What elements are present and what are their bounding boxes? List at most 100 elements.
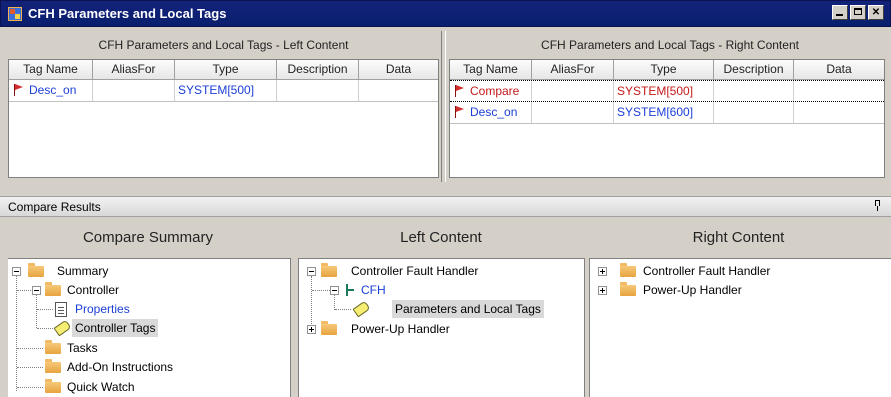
tree-node-power-up-handler[interactable]: Power-Up Handler xyxy=(351,320,450,338)
cell-alias-for xyxy=(532,102,614,123)
cell-tag-name: Desc_on xyxy=(450,102,532,123)
collapse-icon[interactable] xyxy=(32,286,41,295)
column-header-tag-name[interactable]: Tag Name xyxy=(450,60,532,80)
column-header-alias-for[interactable]: AliasFor xyxy=(532,60,614,80)
right-content-header: Right Content xyxy=(692,229,785,246)
column-header-type[interactable]: Type xyxy=(175,60,277,80)
flag-icon xyxy=(454,106,464,118)
cell-alias-for xyxy=(93,80,175,101)
tree-line xyxy=(311,276,312,330)
expand-icon[interactable] xyxy=(307,325,316,334)
tag-name-text: Desc_on xyxy=(470,105,518,119)
compare-results-title: Compare Results xyxy=(8,200,101,214)
pane-splitter[interactable] xyxy=(441,31,446,182)
maximize-button[interactable] xyxy=(850,5,866,20)
cell-description xyxy=(277,80,359,101)
table-row[interactable]: Desc_on SYSTEM[600] xyxy=(450,102,884,124)
left-pane-header: CFH Parameters and Local Tags - Left Con… xyxy=(98,38,349,52)
collapse-icon[interactable] xyxy=(307,267,316,276)
folder-icon xyxy=(321,321,337,335)
cell-type: SYSTEM[500] xyxy=(175,80,277,101)
column-header-description[interactable]: Description xyxy=(277,60,359,80)
collapse-icon[interactable] xyxy=(12,267,21,276)
folder-icon xyxy=(620,263,636,277)
expand-icon[interactable] xyxy=(598,286,607,295)
tree-line xyxy=(37,328,53,329)
tree-line xyxy=(36,295,37,328)
column-header-type[interactable]: Type xyxy=(614,60,714,80)
collapse-icon[interactable] xyxy=(330,286,339,295)
cell-tag-name: Compare xyxy=(450,81,532,101)
folder-icon xyxy=(321,263,337,277)
right-content-tree[interactable]: Controller Fault Handler Power-Up Handle… xyxy=(589,258,891,397)
tree-line xyxy=(17,387,43,388)
compare-results-bar: Compare Results xyxy=(0,196,891,217)
tree-node-power-up-handler[interactable]: Power-Up Handler xyxy=(643,281,742,299)
flag-icon xyxy=(13,84,23,96)
window-title: CFH Parameters and Local Tags xyxy=(28,6,227,21)
folder-icon xyxy=(45,379,61,393)
routine-icon xyxy=(344,283,356,297)
tree-node-cfh[interactable]: CFH xyxy=(361,281,386,299)
tree-node-parameters-local-tags[interactable]: Parameters and Local Tags xyxy=(392,300,544,318)
column-header-data[interactable]: Data xyxy=(794,60,884,80)
window-controls: ✕ xyxy=(832,5,884,20)
cell-tag-name: Desc_on xyxy=(9,80,93,101)
cell-data xyxy=(794,81,884,101)
tag-name-text: Compare xyxy=(470,84,520,98)
tree-node-controller-tags[interactable]: Controller Tags xyxy=(72,319,159,337)
left-tag-grid[interactable]: Tag Name AliasFor Type Description Data … xyxy=(8,59,439,178)
close-button[interactable]: ✕ xyxy=(868,5,884,20)
tree-node-summary[interactable]: Summary xyxy=(57,262,108,280)
folder-icon xyxy=(620,282,636,296)
left-content-pane: CFH Parameters and Local Tags - Left Con… xyxy=(8,31,439,182)
pin-icon[interactable] xyxy=(873,200,883,212)
tree-node-controller-fault-handler[interactable]: Controller Fault Handler xyxy=(351,262,478,280)
folder-icon xyxy=(45,340,61,354)
tree-line xyxy=(335,309,351,310)
tag-name-text: Desc_on xyxy=(29,83,77,97)
tree-node-properties[interactable]: Properties xyxy=(75,300,130,318)
tree-node-tasks[interactable]: Tasks xyxy=(67,339,98,357)
tree-line xyxy=(312,290,330,291)
folder-icon xyxy=(28,263,44,277)
window-title-bar[interactable]: CFH Parameters and Local Tags ✕ xyxy=(0,0,891,27)
column-header-description[interactable]: Description xyxy=(714,60,794,80)
flag-icon xyxy=(454,85,464,97)
tree-node-controller-fault-handler[interactable]: Controller Fault Handler xyxy=(643,262,770,280)
tag-icon xyxy=(53,319,72,337)
cell-data xyxy=(794,102,884,123)
tree-line xyxy=(17,348,43,349)
tree-line xyxy=(334,295,335,310)
tree-line xyxy=(17,367,43,368)
expand-icon[interactable] xyxy=(598,267,607,276)
table-row[interactable]: Compare SYSTEM[500] xyxy=(450,80,884,102)
right-grid-header: Tag Name AliasFor Type Description Data xyxy=(450,60,884,80)
column-header-alias-for[interactable]: AliasFor xyxy=(93,60,175,80)
right-tag-grid[interactable]: Tag Name AliasFor Type Description Data … xyxy=(449,59,885,178)
column-header-data[interactable]: Data xyxy=(359,60,438,80)
cell-data xyxy=(359,80,438,101)
left-content-header: Left Content xyxy=(400,229,482,246)
folder-icon xyxy=(45,359,61,373)
tree-node-quick-watch[interactable]: Quick Watch xyxy=(67,378,135,396)
compare-summary-tree[interactable]: Summary Controller Properties Controller… xyxy=(8,258,291,397)
table-row[interactable]: Desc_on SYSTEM[500] xyxy=(9,80,438,102)
left-grid-header: Tag Name AliasFor Type Description Data xyxy=(9,60,438,80)
right-content-pane: CFH Parameters and Local Tags - Right Co… xyxy=(449,31,891,182)
cell-type: SYSTEM[600] xyxy=(614,102,714,123)
cell-alias-for xyxy=(532,81,614,101)
left-content-tree[interactable]: Controller Fault Handler CFH Parameters … xyxy=(298,258,585,397)
tree-line xyxy=(16,276,17,391)
tree-line xyxy=(37,309,53,310)
column-header-tag-name[interactable]: Tag Name xyxy=(9,60,93,80)
tree-node-controller[interactable]: Controller xyxy=(67,281,119,299)
compare-summary-header: Compare Summary xyxy=(82,229,214,246)
minimize-button[interactable] xyxy=(832,5,848,20)
right-pane-header: CFH Parameters and Local Tags - Right Co… xyxy=(541,38,799,52)
cell-description xyxy=(714,81,794,101)
cell-description xyxy=(714,102,794,123)
app-icon xyxy=(8,7,22,21)
folder-icon xyxy=(45,282,61,296)
tree-node-add-on-instructions[interactable]: Add-On Instructions xyxy=(67,358,173,376)
